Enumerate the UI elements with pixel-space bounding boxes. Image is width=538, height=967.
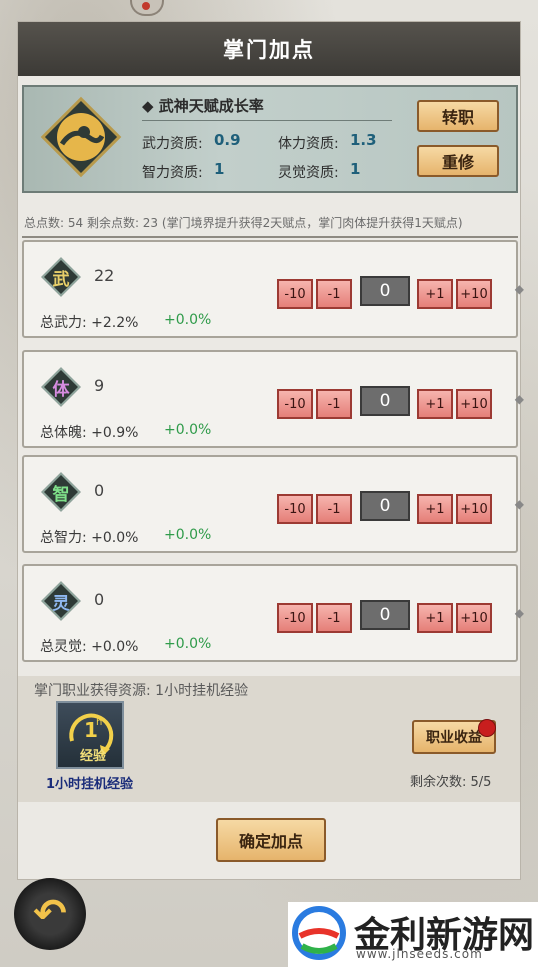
talent-name: ◆ 武神天赋成长率: [142, 97, 264, 115]
card-arrow-icon: ◆: [514, 282, 524, 296]
sect-emblem-icon: [40, 96, 122, 178]
perception-icon: 灵: [41, 581, 81, 621]
perception-plus10-button[interactable]: +10: [456, 603, 492, 633]
constitution-plus1-button[interactable]: +1: [417, 389, 453, 419]
strength-minus1-button[interactable]: -1: [316, 279, 352, 309]
constitution-total: 总体魄: +0.9%: [40, 425, 139, 441]
intellect-icon: 智: [41, 472, 81, 512]
constitution-minus1-button[interactable]: -1: [316, 389, 352, 419]
perception-card: 灵 0 总灵觉: +0.0% +0.0% -10 -1 0 +1 +10 ◆: [22, 564, 524, 662]
perception-aptitude-value: 1: [350, 160, 361, 178]
perception-total: 总灵觉: +0.0%: [40, 639, 139, 655]
perception-minus10-button[interactable]: -10: [277, 603, 313, 633]
constitution-icon: 体: [41, 367, 81, 407]
strength-plus10-button[interactable]: +10: [456, 279, 492, 309]
intellect-allocate-count: 0: [360, 491, 410, 521]
constitution-plus10-button[interactable]: +10: [456, 389, 492, 419]
svg-text:h: h: [96, 717, 102, 728]
section-divider: [22, 236, 518, 238]
talent-divider: [142, 120, 392, 121]
strength-aptitude-value: 0.9: [214, 131, 241, 149]
intellect-minus1-button[interactable]: -1: [316, 494, 352, 524]
back-arrow-icon: ↶: [33, 891, 67, 937]
points-summary: 总点数: 54 剩余点数: 23 (掌门境界提升获得2天赋点，掌门肉体提升获得1…: [24, 216, 463, 230]
strength-minus10-button[interactable]: -10: [277, 279, 313, 309]
confirm-allocation-button[interactable]: 确定加点: [216, 818, 326, 862]
perception-aptitude-label: 灵觉资质:: [278, 165, 339, 181]
idle-exp-badge: 经验: [80, 749, 107, 764]
remaining-count: 剩余次数: 5/5: [410, 775, 492, 790]
intellect-minus10-button[interactable]: -10: [277, 494, 313, 524]
card-arrow-icon: ◆: [514, 497, 524, 511]
constitution-minus10-button[interactable]: -10: [277, 389, 313, 419]
watermark-logo-icon: [292, 906, 346, 960]
watermark-url: www.jlnseeds.com: [356, 947, 483, 961]
strength-gain: +0.0%: [164, 312, 212, 328]
perception-allocate-count: 0: [360, 600, 410, 630]
intellect-points: 0: [94, 481, 105, 500]
strength-card: 武 22 总武力: +2.2% +0.0% -10 -1 0 +1 +10 ◆: [22, 240, 524, 338]
page-title: 掌门加点: [18, 22, 520, 76]
strength-icon: 武: [41, 257, 81, 297]
intellect-plus10-button[interactable]: +10: [456, 494, 492, 524]
resource-title: 掌门职业获得资源: 1小时挂机经验: [34, 683, 249, 699]
intellect-gain: +0.0%: [164, 527, 212, 543]
intellect-card: 智 0 总智力: +0.0% +0.0% -10 -1 0 +1 +10 ◆: [22, 455, 524, 553]
stamina-aptitude-label: 体力资质:: [278, 136, 339, 152]
card-arrow-icon: ◆: [514, 606, 524, 620]
strength-allocate-count: 0: [360, 276, 410, 306]
idle-exp-item[interactable]: 1 h 经验: [56, 701, 124, 769]
constitution-points: 9: [94, 376, 105, 395]
intellect-plus1-button[interactable]: +1: [417, 494, 453, 524]
constitution-gain: +0.0%: [164, 422, 212, 438]
intellect-aptitude-value: 1: [214, 160, 225, 178]
strength-points: 22: [94, 266, 115, 285]
notification-dot-icon: [478, 719, 496, 737]
perception-minus1-button[interactable]: -1: [316, 603, 352, 633]
constitution-allocate-count: 0: [360, 386, 410, 416]
intellect-aptitude-label: 智力资质:: [142, 165, 203, 181]
stamina-aptitude-value: 1.3: [350, 131, 377, 149]
back-button[interactable]: ↶: [14, 878, 86, 950]
idle-exp-label: 1小时挂机经验: [46, 777, 134, 792]
perception-points: 0: [94, 590, 105, 609]
card-arrow-icon: ◆: [514, 392, 524, 406]
perception-plus1-button[interactable]: +1: [417, 603, 453, 633]
perception-gain: +0.0%: [164, 636, 212, 652]
intellect-total: 总智力: +0.0%: [40, 530, 139, 546]
strength-total: 总武力: +2.2%: [40, 315, 139, 331]
strength-aptitude-label: 武力资质:: [142, 136, 203, 152]
constitution-card: 体 9 总体魄: +0.9% +0.0% -10 -1 0 +1 +10 ◆: [22, 350, 524, 448]
rebuild-button[interactable]: 重修: [417, 145, 499, 177]
switch-class-button[interactable]: 转职: [417, 100, 499, 132]
strength-plus1-button[interactable]: +1: [417, 279, 453, 309]
